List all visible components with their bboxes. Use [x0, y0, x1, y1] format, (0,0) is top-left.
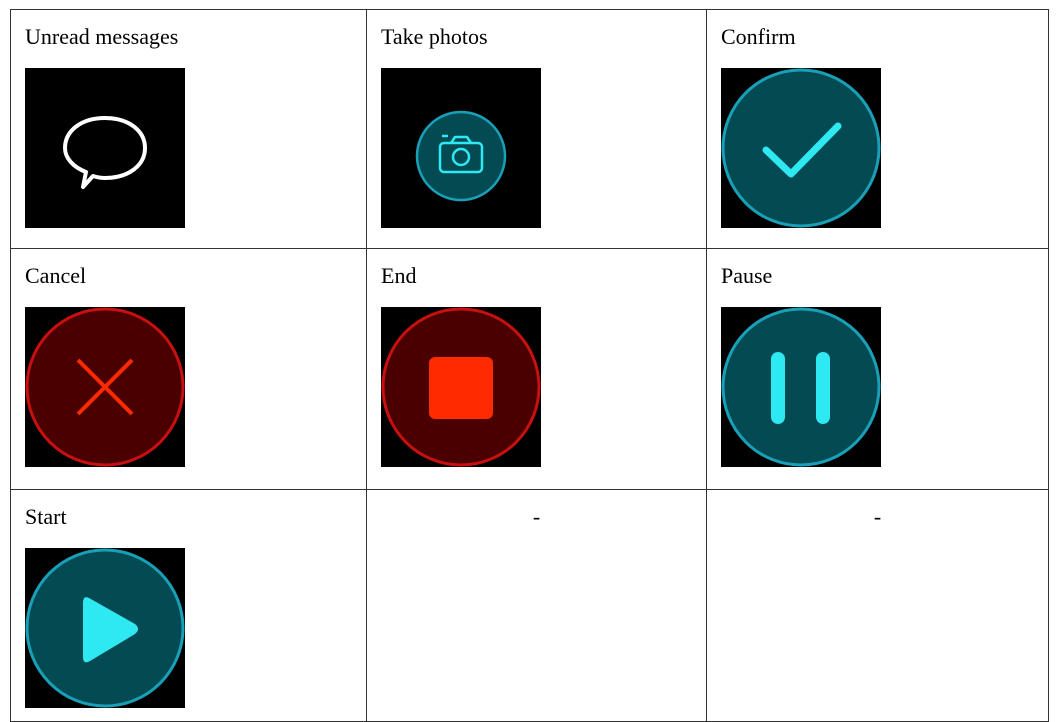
pause-icon — [721, 307, 881, 467]
play-icon — [25, 548, 185, 708]
table-cell-pause: Pause — [706, 248, 1049, 490]
table-row: Unread messages Take photos Confirm — [10, 9, 1049, 249]
cell-label: Cancel — [25, 263, 87, 288]
start-tile — [25, 548, 185, 708]
unread-messages-tile — [25, 68, 185, 228]
cell-label: Confirm — [721, 24, 796, 49]
table-cell-end: End — [366, 248, 707, 490]
icon-reference-table: Unread messages Take photos Confirm Canc… — [10, 9, 1049, 722]
table-cell-cancel: Cancel — [10, 248, 367, 490]
table-row: Cancel End Pause — [10, 248, 1049, 490]
empty-placeholder: - — [532, 504, 541, 529]
table-cell-start: Start — [10, 489, 367, 722]
stop-icon — [381, 307, 541, 467]
close-x-icon — [25, 307, 185, 467]
checkmark-icon — [721, 68, 881, 228]
speech-bubble-icon — [63, 116, 147, 189]
cell-label: Unread messages — [25, 24, 179, 49]
camera-icon — [415, 110, 507, 202]
cancel-tile — [25, 307, 185, 467]
cell-label: Start — [25, 504, 67, 529]
pause-tile — [721, 307, 881, 467]
cell-label: End — [381, 263, 417, 288]
table-cell-unread-messages: Unread messages — [10, 9, 367, 249]
table-cell-empty: - — [706, 489, 1049, 722]
end-tile — [381, 307, 541, 467]
table-row: Start - - — [10, 489, 1049, 722]
take-photos-tile — [381, 68, 541, 228]
table-cell-empty: - — [366, 489, 707, 722]
empty-placeholder: - — [873, 504, 882, 529]
confirm-tile — [721, 68, 881, 228]
cell-label: Pause — [721, 263, 773, 288]
table-cell-confirm: Confirm — [706, 9, 1049, 249]
table-cell-take-photos: Take photos — [366, 9, 707, 249]
cell-label: Take photos — [381, 24, 488, 49]
